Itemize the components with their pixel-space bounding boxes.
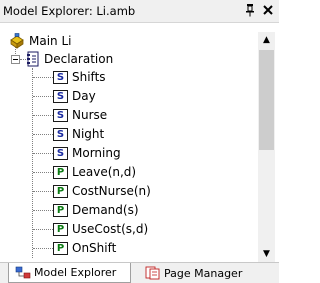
declaration-icon bbox=[26, 51, 40, 67]
close-icon[interactable] bbox=[261, 2, 275, 18]
tree-item-label: Night bbox=[72, 127, 105, 141]
tree-item[interactable]: P Leave(n,d) bbox=[53, 163, 136, 181]
tree-item-label: OnShift bbox=[72, 241, 117, 255]
model-explorer-icon bbox=[15, 266, 31, 280]
tree-node-declaration[interactable]: Declaration bbox=[26, 50, 113, 68]
set-icon: S bbox=[53, 127, 68, 141]
panel-tabs: Model Explorer Page Manager bbox=[0, 262, 279, 283]
tree-item-label: Demand(s) bbox=[72, 203, 139, 217]
tree-item-label: Shifts bbox=[72, 70, 106, 84]
parameter-icon: P bbox=[53, 241, 68, 255]
pin-icon[interactable] bbox=[244, 3, 256, 18]
parameter-icon: P bbox=[53, 203, 68, 217]
parameter-icon: P bbox=[53, 222, 68, 236]
model-icon bbox=[9, 33, 25, 49]
tree-item-label: Day bbox=[72, 89, 96, 103]
tree-item[interactable]: P OnShift bbox=[53, 239, 116, 257]
tree-item-label: UseCost(s,d) bbox=[72, 222, 149, 236]
tree-node-root-label: Main Li bbox=[29, 34, 72, 48]
vertical-scrollbar[interactable]: ▲ ▼ bbox=[258, 32, 275, 264]
parameter-icon: P bbox=[53, 184, 68, 198]
tree-item[interactable]: S Morning bbox=[53, 144, 121, 162]
panel-titlebar[interactable]: Model Explorer: Li.amb bbox=[0, 0, 279, 23]
tab-page-manager[interactable]: Page Manager bbox=[140, 263, 270, 283]
set-icon: S bbox=[53, 89, 68, 103]
tree-guide-line bbox=[33, 210, 53, 211]
tree-guide-line bbox=[33, 134, 53, 135]
tree-guide-line bbox=[33, 115, 53, 116]
tab-label: Page Manager bbox=[164, 266, 243, 280]
tree-item-label: Nurse bbox=[72, 108, 108, 122]
tree-item[interactable]: S Night bbox=[53, 125, 104, 143]
tab-model-explorer[interactable]: Model Explorer bbox=[8, 263, 131, 283]
tree-guide-line bbox=[33, 191, 53, 192]
scroll-up-button[interactable]: ▲ bbox=[258, 32, 275, 49]
tree-item[interactable]: P CostNurse(n) bbox=[53, 182, 151, 200]
panel-title: Model Explorer: Li.amb bbox=[3, 4, 136, 18]
tree-item-label: Morning bbox=[72, 146, 121, 160]
tree-item-label: CostNurse(n) bbox=[72, 184, 151, 198]
set-icon: S bbox=[53, 70, 68, 84]
scroll-thumb[interactable] bbox=[259, 50, 274, 150]
tree-guide-line bbox=[33, 153, 53, 154]
set-icon: S bbox=[53, 108, 68, 122]
tree-guide-line bbox=[33, 229, 53, 230]
tree-node-root[interactable]: Main Li bbox=[9, 32, 71, 50]
model-explorer-panel: Model Explorer: Li.amb Main Li Declarati… bbox=[0, 0, 279, 283]
parameter-icon: P bbox=[53, 165, 68, 179]
tree-guide-line bbox=[33, 96, 53, 97]
scroll-down-button[interactable]: ▼ bbox=[258, 246, 275, 263]
collapse-icon[interactable] bbox=[11, 55, 20, 64]
tree-item[interactable]: S Day bbox=[53, 87, 96, 105]
tree-node-declaration-label: Declaration bbox=[44, 52, 114, 66]
model-tree: Main Li Declaration S Shifts S Day S Nur… bbox=[0, 32, 258, 264]
tree-item[interactable]: S Shifts bbox=[53, 68, 106, 86]
tree-guide-line bbox=[33, 172, 53, 173]
tree-item[interactable]: P Demand(s) bbox=[53, 201, 139, 219]
tree-item[interactable]: S Nurse bbox=[53, 106, 107, 124]
tab-label: Model Explorer bbox=[34, 266, 117, 279]
set-icon: S bbox=[53, 146, 68, 160]
tree-item[interactable]: P UseCost(s,d) bbox=[53, 220, 148, 238]
tree-item-label: Leave(n,d) bbox=[72, 165, 137, 179]
page-manager-icon bbox=[145, 266, 161, 280]
tree-guide-line bbox=[33, 77, 53, 78]
tree-guide-line bbox=[33, 248, 53, 249]
